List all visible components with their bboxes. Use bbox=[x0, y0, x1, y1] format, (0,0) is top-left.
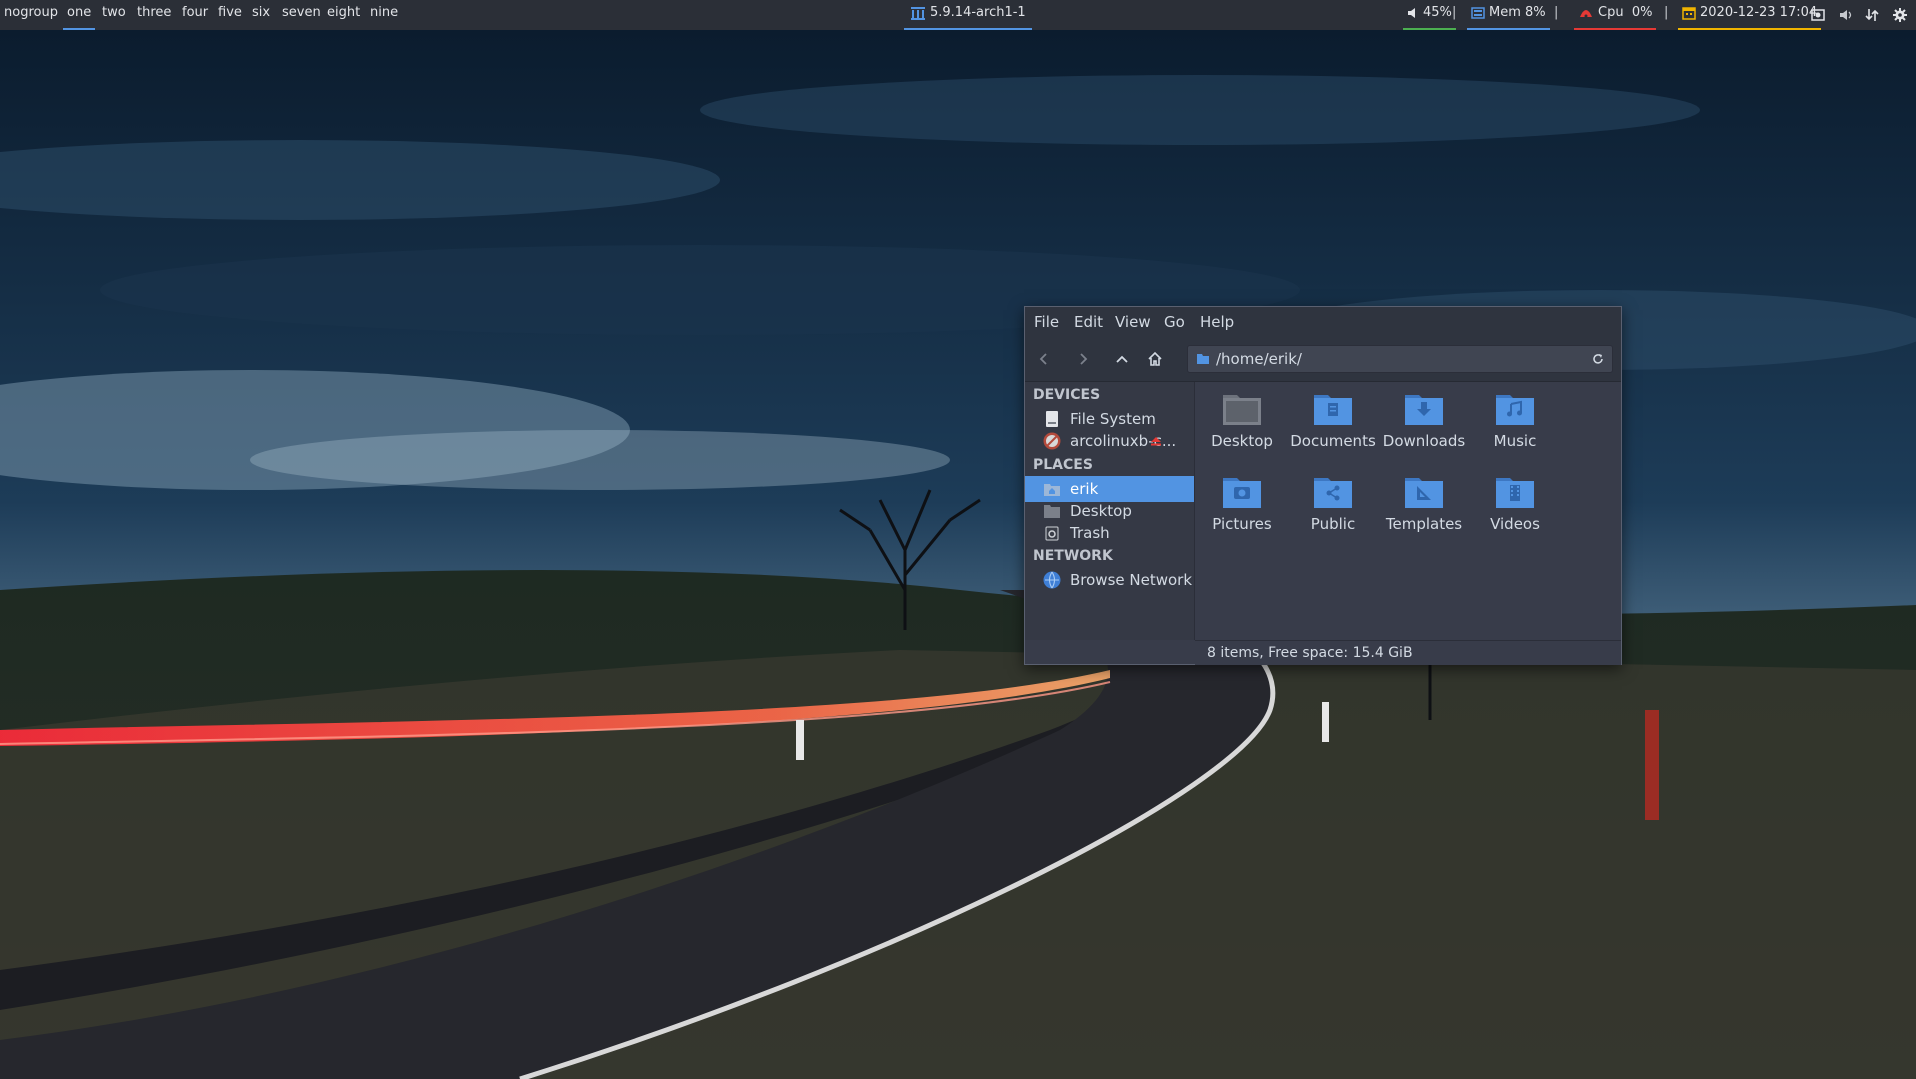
status-text: 8 items, Free space: 15.4 GiB bbox=[1207, 645, 1413, 661]
file-item-pictures[interactable]: Pictures bbox=[1197, 475, 1287, 553]
menu-edit[interactable]: Edit bbox=[1074, 307, 1103, 337]
folder-small-icon bbox=[1197, 354, 1209, 364]
file-item-music[interactable]: Music bbox=[1470, 392, 1560, 470]
sidebar-header-devices: DEVICES bbox=[1033, 387, 1101, 403]
back-button[interactable] bbox=[1029, 345, 1059, 373]
workspace-six[interactable]: six bbox=[248, 0, 274, 30]
up-button[interactable] bbox=[1107, 345, 1137, 373]
menu-file[interactable]: File bbox=[1034, 307, 1059, 337]
sidebar-item-browse-network[interactable]: Browse Network bbox=[1025, 567, 1194, 593]
kernel-version-text: 5.9.14-arch1-1 bbox=[930, 5, 1026, 20]
status-bar: 8 items, Free space: 15.4 GiB bbox=[1195, 640, 1621, 665]
home-folder-icon bbox=[1044, 484, 1060, 496]
screenshot-icon[interactable] bbox=[1810, 7, 1826, 23]
file-view: Desktop Documents Downloads Music Pictur… bbox=[1195, 382, 1621, 640]
desktop-folder-icon bbox=[1223, 395, 1261, 425]
speaker-icon bbox=[1408, 7, 1415, 18]
network-globe-icon bbox=[1043, 571, 1061, 589]
volume-value: 45% bbox=[1423, 5, 1452, 20]
file-item-label: Public bbox=[1310, 515, 1356, 533]
toolbar: /home/erik/ bbox=[1025, 337, 1621, 382]
file-item-videos[interactable]: Videos bbox=[1470, 475, 1560, 553]
desktop-folder-icon bbox=[1044, 505, 1060, 518]
cpu-widget[interactable]: Cpu 0% bbox=[1574, 0, 1657, 30]
network-icon[interactable] bbox=[1864, 7, 1880, 23]
desktop-wallpaper bbox=[0, 30, 1916, 1079]
file-item-label: Desktop bbox=[1211, 432, 1273, 450]
sidebar: DEVICES File System arcolinuxb-c... PLAC… bbox=[1025, 382, 1195, 640]
templates-folder-icon bbox=[1405, 478, 1443, 508]
memory-value: Mem 8% bbox=[1489, 5, 1546, 20]
location-path: /home/erik/ bbox=[1216, 350, 1302, 368]
volume-icon[interactable] bbox=[1838, 7, 1854, 23]
menu-go[interactable]: Go bbox=[1164, 307, 1185, 337]
cpu-value: 0% bbox=[1631, 5, 1653, 20]
forward-button[interactable] bbox=[1068, 345, 1098, 373]
cpu-label: Cpu bbox=[1598, 5, 1624, 20]
sidebar-item-label: Trash bbox=[1070, 524, 1110, 542]
drive-icon bbox=[1046, 411, 1058, 427]
file-item-templates[interactable]: Templates bbox=[1379, 475, 1469, 553]
file-item-downloads[interactable]: Downloads bbox=[1379, 392, 1469, 470]
cpu-icon bbox=[1580, 9, 1592, 17]
home-button[interactable] bbox=[1140, 345, 1170, 373]
sidebar-item-arcolinux-disc[interactable]: arcolinuxb-c... bbox=[1025, 428, 1194, 454]
file-item-public[interactable]: Public bbox=[1288, 475, 1378, 553]
sidebar-item-label: Browse Network bbox=[1070, 571, 1193, 589]
workspace-nine[interactable]: nine bbox=[366, 0, 402, 30]
panel-separator: | bbox=[1452, 5, 1457, 20]
sidebar-header-places: PLACES bbox=[1033, 457, 1093, 473]
file-item-label: Music bbox=[1493, 432, 1537, 450]
panel-separator: | bbox=[1554, 5, 1559, 20]
trash-icon bbox=[1045, 526, 1059, 541]
sidebar-header-network: NETWORK bbox=[1033, 548, 1113, 564]
file-item-label: Pictures bbox=[1212, 515, 1272, 533]
public-folder-icon bbox=[1314, 478, 1352, 508]
eject-icon[interactable] bbox=[1151, 437, 1161, 446]
volume-widget[interactable]: 45% bbox=[1403, 0, 1456, 30]
menu-help[interactable]: Help bbox=[1200, 307, 1234, 337]
documents-folder-icon bbox=[1314, 395, 1352, 425]
calendar-icon bbox=[1682, 6, 1696, 20]
memory-icon bbox=[1471, 6, 1485, 19]
back-icon bbox=[1039, 353, 1047, 365]
downloads-folder-icon bbox=[1405, 395, 1443, 425]
workspace-five[interactable]: five bbox=[214, 0, 246, 30]
settings-gear-icon[interactable] bbox=[1892, 7, 1908, 23]
kernel-version-widget: 5.9.14-arch1-1 bbox=[904, 0, 1032, 30]
workspace-three[interactable]: three bbox=[133, 0, 175, 30]
music-folder-icon bbox=[1496, 395, 1534, 425]
file-item-label: Videos bbox=[1490, 515, 1540, 533]
file-manager-window[interactable]: File Edit View Go Help /home/erik/ DEVIC… bbox=[1024, 306, 1622, 665]
menu-bar: File Edit View Go Help bbox=[1025, 307, 1621, 337]
workspace-nogroup[interactable]: nogroup bbox=[0, 0, 62, 30]
file-item-label: Templates bbox=[1385, 515, 1463, 533]
location-bar[interactable]: /home/erik/ bbox=[1187, 345, 1613, 373]
file-item-label: Downloads bbox=[1382, 432, 1466, 450]
top-panel: nogroup one two three four five six seve… bbox=[0, 0, 1916, 30]
refresh-icon[interactable] bbox=[1592, 353, 1604, 365]
home-icon bbox=[1148, 351, 1162, 366]
file-item-desktop[interactable]: Desktop bbox=[1197, 392, 1287, 470]
panel-separator: | bbox=[1664, 5, 1669, 20]
videos-folder-icon bbox=[1496, 478, 1534, 508]
forward-icon bbox=[1080, 353, 1088, 365]
pictures-folder-icon bbox=[1223, 478, 1261, 508]
datetime-widget[interactable]: 2020-12-23 17:04 bbox=[1678, 0, 1822, 30]
datetime-text: 2020-12-23 17:04 bbox=[1700, 5, 1818, 20]
up-icon bbox=[1116, 355, 1128, 363]
workspace-eight[interactable]: eight bbox=[323, 0, 364, 30]
memory-widget[interactable]: Mem 8% bbox=[1467, 0, 1550, 30]
workspace-seven[interactable]: seven bbox=[278, 0, 325, 30]
workspace-one[interactable]: one bbox=[63, 0, 96, 30]
menu-view[interactable]: View bbox=[1115, 307, 1151, 337]
file-item-label: Documents bbox=[1290, 432, 1376, 450]
disc-icon bbox=[1043, 432, 1061, 450]
workspace-four[interactable]: four bbox=[178, 0, 212, 30]
workspace-two[interactable]: two bbox=[98, 0, 130, 30]
file-item-documents[interactable]: Documents bbox=[1288, 392, 1378, 470]
sidebar-item-trash[interactable]: Trash bbox=[1025, 520, 1194, 546]
arch-logo-icon bbox=[911, 6, 925, 20]
